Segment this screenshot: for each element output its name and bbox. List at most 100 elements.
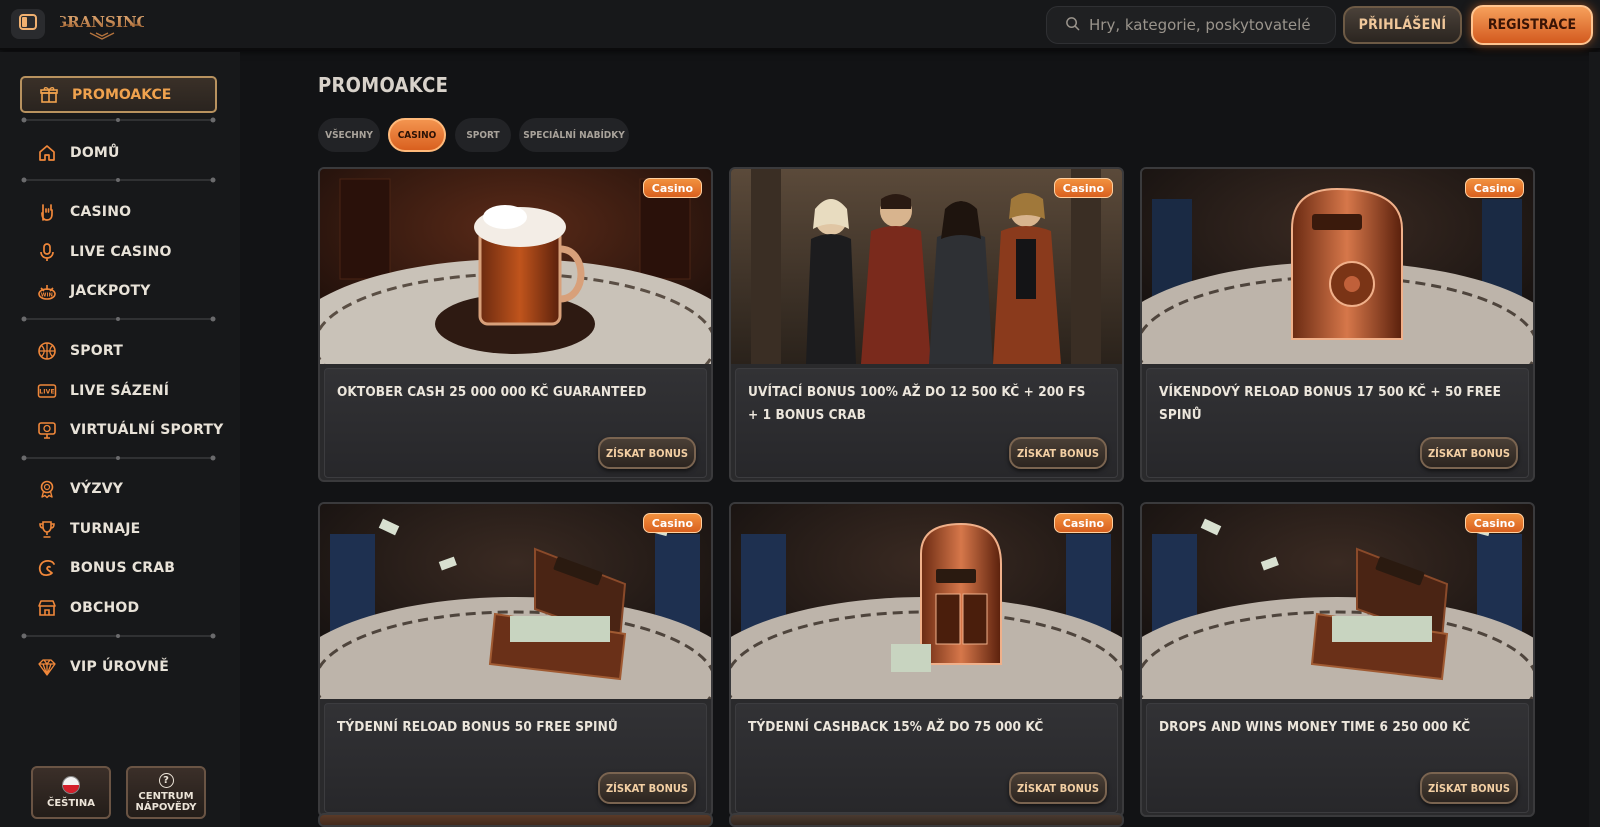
sidebar-item-sport[interactable]: SPORT [36, 338, 123, 364]
search-input[interactable] [1089, 16, 1324, 34]
gift-icon [38, 84, 60, 106]
promo-card[interactable]: Casino TÝDENNÍ RELOAD BONUS 50 FREE SPIN… [318, 502, 713, 817]
category-badge: Casino [1053, 178, 1113, 198]
promo-card[interactable]: Casino UVÍTACÍ BONUS 100% AŽ DO 12 500 K… [729, 167, 1124, 482]
category-badge: Casino [1464, 513, 1524, 533]
sidebar-item-live-sazeni[interactable]: LIVE LIVE SÁZENÍ [36, 378, 169, 404]
gransino-logo[interactable]: GRANSINO [54, 6, 150, 42]
login-button[interactable]: PŘIHLÁŠENÍ [1343, 6, 1462, 44]
filter-casino[interactable]: CASINO [388, 118, 446, 152]
sidebar-item-vip-urovne[interactable]: VIP ÚROVNĚ [36, 654, 169, 680]
sidebar-item-virtualni-sporty[interactable]: VIRTUÁLNÍ SPORTY [36, 417, 224, 443]
page-title: PROMOAKCE [318, 73, 449, 97]
language-label: ČEŠTINA [46, 798, 96, 809]
sidebar-divider [21, 633, 216, 639]
sidebar-item-label: LIVE CASINO [70, 244, 172, 260]
promo-title: DROPS AND WINS MONEY TIME 6 250 000 KČ [1159, 719, 1471, 735]
shop-icon [36, 597, 58, 619]
promo-image-partial [731, 815, 1122, 825]
top-header: GRANSINO PŘIHLÁŠENÍ REGISTRACE [0, 0, 1600, 50]
sidebar-item-label: OBCHOD [70, 600, 140, 616]
scrollbar[interactable] [1589, 52, 1600, 827]
search-icon [1065, 16, 1089, 35]
promo-title: VÍKENDOVÝ RELOAD BONUS 17 500 KČ + 50 FR… [1159, 384, 1502, 423]
sidebar-toggle-icon [18, 12, 38, 36]
sidebar-toggle-button[interactable] [11, 9, 45, 39]
czech-flag-icon [62, 776, 80, 794]
filter-sport[interactable]: SPORT [455, 118, 511, 152]
promo-image-partial [320, 815, 711, 825]
sidebar-divider [21, 455, 216, 461]
sidebar-item-live-casino[interactable]: LIVE CASINO [36, 239, 172, 265]
diamond-icon [36, 656, 58, 678]
promo-card-body: OKTOBER CASH 25 000 000 KČ GUARANTEED ZÍ… [324, 368, 707, 478]
register-button[interactable]: REGISTRACE [1471, 5, 1593, 45]
get-bonus-button[interactable]: ZÍSKAT BONUS [1420, 437, 1518, 469]
promo-title: TÝDENNÍ CASHBACK 15% AŽ DO 75 000 KČ [748, 719, 1044, 735]
promo-card-partial[interactable] [729, 813, 1124, 827]
sidebar-item-label: SPORT [70, 343, 123, 359]
svg-text:GRANSINO: GRANSINO [60, 13, 144, 31]
sidebar-item-label: DOMŮ [70, 145, 120, 161]
language-button[interactable]: ČEŠTINA [31, 766, 111, 819]
get-bonus-button[interactable]: ZÍSKAT BONUS [1420, 772, 1518, 804]
sidebar-item-obchod[interactable]: OBCHOD [36, 595, 139, 621]
sidebar-divider [21, 177, 216, 183]
crab-icon [36, 557, 58, 579]
promo-title: TÝDENNÍ RELOAD BONUS 50 FREE SPINŮ [337, 719, 618, 735]
get-bonus-button[interactable]: ZÍSKAT BONUS [1009, 437, 1107, 469]
promo-image-money-case [1142, 504, 1533, 699]
filter-all[interactable]: VŠECHNY [318, 118, 380, 152]
jackpot-icon: WIN [36, 280, 58, 302]
sidebar-item-vyzvy[interactable]: VÝZVY [36, 476, 123, 502]
promo-card-body: DROPS AND WINS MONEY TIME 6 250 000 KČ Z… [1146, 703, 1529, 813]
sidebar-item-turnaje[interactable]: TURNAJE [36, 516, 140, 542]
promo-image-cashback-machine [731, 504, 1122, 699]
get-bonus-button[interactable]: ZÍSKAT BONUS [598, 772, 696, 804]
sidebar: PROMOAKCE DOMŮ CASINO LIVE CASINO WIN JA… [0, 52, 240, 827]
medal-icon [36, 478, 58, 500]
sidebar-item-label: BONUS CRAB [70, 560, 176, 576]
sidebar-divider [21, 117, 216, 123]
basketball-icon [36, 340, 58, 362]
promo-card-body: TÝDENNÍ RELOAD BONUS 50 FREE SPINŮ ZÍSKA… [324, 703, 707, 813]
microphone-icon [36, 241, 58, 263]
sidebar-item-bonus-crab[interactable]: BONUS CRAB [36, 555, 175, 581]
help-icon: ? [158, 772, 174, 788]
promo-card[interactable]: Casino TÝDENNÍ CASHBACK 15% AŽ DO 75 000… [729, 502, 1124, 817]
get-bonus-button[interactable]: ZÍSKAT BONUS [1009, 772, 1107, 804]
sidebar-item-label: VIP ÚROVNĚ [70, 659, 169, 675]
filter-special-offers[interactable]: SPECIÁLNÍ NABÍDKY [519, 118, 629, 152]
sidebar-item-label: VIRTUÁLNÍ SPORTY [70, 422, 224, 438]
help-label-line2: NÁPOVĚDY [135, 801, 197, 813]
sidebar-item-label: JACKPOTY [70, 283, 151, 299]
promo-card[interactable]: Casino OKTOBER CASH 25 000 000 KČ GUARAN… [318, 167, 713, 482]
help-label-line1: CENTRUM [138, 790, 194, 802]
promo-card[interactable]: Casino DROPS AND WINS MONEY TIME 6 250 0… [1140, 502, 1535, 817]
sidebar-item-label: CASINO [70, 204, 132, 220]
promo-image-money-case [320, 504, 711, 699]
promo-card[interactable]: Casino VÍKENDOVÝ RELOAD BONUS 17 500 KČ … [1140, 167, 1535, 482]
promo-card-body: TÝDENNÍ CASHBACK 15% AŽ DO 75 000 KČ ZÍS… [735, 703, 1118, 813]
get-bonus-button[interactable]: ZÍSKAT BONUS [598, 437, 696, 469]
category-badge: Casino [642, 513, 702, 533]
live-icon: LIVE [36, 380, 58, 402]
sidebar-divider [21, 316, 216, 322]
sidebar-item-jackpoty[interactable]: WIN JACKPOTY [36, 278, 151, 304]
promo-image-slot-machine [1142, 169, 1533, 364]
promo-title: OKTOBER CASH 25 000 000 KČ GUARANTEED [337, 384, 647, 400]
sidebar-item-promoakce[interactable]: PROMOAKCE [20, 76, 217, 113]
sidebar-item-casino[interactable]: CASINO [36, 199, 131, 225]
sidebar-item-domu[interactable]: DOMŮ [36, 140, 120, 166]
promo-card-body: UVÍTACÍ BONUS 100% AŽ DO 12 500 KČ + 200… [735, 368, 1118, 478]
rock-hand-icon [36, 201, 58, 223]
help-center-button[interactable]: ? CENTRUM NÁPOVĚDY [126, 766, 206, 819]
trophy-icon [36, 518, 58, 540]
home-icon [36, 142, 58, 164]
promo-image-beer-mug [320, 169, 711, 364]
category-badge: Casino [642, 178, 702, 198]
search-box[interactable] [1046, 6, 1336, 44]
sidebar-item-label: LIVE SÁZENÍ [70, 383, 170, 399]
sidebar-item-label: TURNAJE [70, 521, 141, 537]
promo-card-partial[interactable] [318, 813, 713, 827]
